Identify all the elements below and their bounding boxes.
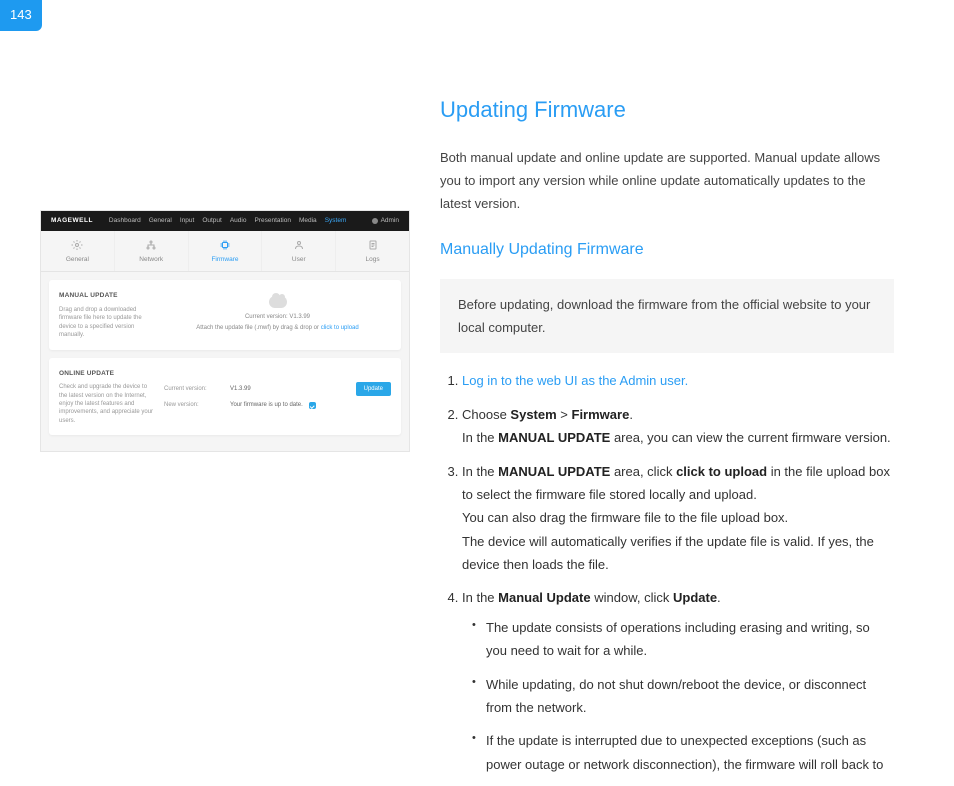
online-new-value: Your firmware is up to date.	[230, 400, 303, 411]
upload-dropzone[interactable]: Current version: V1.3.99 Attach the upda…	[164, 290, 391, 339]
manual-update-title: MANUAL UPDATE	[59, 290, 154, 302]
step-2-system: System	[510, 407, 556, 422]
nav-presentation[interactable]: Presentation	[254, 215, 291, 227]
user-menu[interactable]: Admin	[372, 215, 399, 227]
online-new-label: New version:	[164, 400, 224, 411]
step-2-firmware: Firmware	[572, 407, 630, 422]
step-2b-text: In the	[462, 430, 498, 445]
step-3-a: In the	[462, 464, 498, 479]
app-topbar: MAGEWELL Dashboard General Input Output …	[41, 211, 409, 231]
bullet-3: If the update is interrupted due to unex…	[472, 729, 894, 776]
page-number-badge: 143	[0, 0, 42, 31]
step-3-b: MANUAL UPDATE	[498, 464, 610, 479]
step-2b-bold: MANUAL UPDATE	[498, 430, 610, 445]
doc-content: Updating Firmware Both manual update and…	[440, 40, 914, 786]
nav-system[interactable]: System	[325, 215, 347, 227]
section-heading: Manually Updating Firmware	[440, 236, 894, 265]
step-2b-rest: area, you can view the current firmware …	[610, 430, 890, 445]
tab-network[interactable]: Network	[115, 231, 189, 272]
network-icon	[145, 239, 157, 251]
topbar-nav: Dashboard General Input Output Audio Pre…	[109, 215, 346, 227]
step-2: Choose System > Firmware. In the MANUAL …	[462, 403, 894, 450]
tab-logs[interactable]: Logs	[336, 231, 409, 272]
step-3: In the MANUAL UPDATE area, click click t…	[462, 460, 894, 577]
check-icon	[309, 402, 316, 409]
update-button[interactable]: Update	[356, 382, 391, 397]
tab-general[interactable]: General	[41, 231, 115, 272]
nav-general[interactable]: General	[149, 215, 172, 227]
step-3-f: You can also drag the firmware file to t…	[462, 510, 788, 525]
bullet-1: The update consists of operations includ…	[472, 616, 894, 663]
step-3-g: The device will automatically verifies i…	[462, 534, 874, 572]
tab-label: User	[292, 256, 306, 263]
step-2-sep: >	[557, 407, 572, 422]
gear-icon	[71, 239, 83, 251]
step-1: Log in to the web UI as the Admin user.	[462, 369, 894, 392]
current-version-label: Current version: V1.3.99	[245, 312, 310, 323]
note-box: Before updating, download the firmware f…	[440, 279, 894, 354]
user-label: Admin	[381, 215, 399, 227]
tab-user[interactable]: User	[262, 231, 336, 272]
nav-media[interactable]: Media	[299, 215, 317, 227]
step-4: In the Manual Update window, click Updat…	[462, 586, 894, 776]
nav-dashboard[interactable]: Dashboard	[109, 215, 141, 227]
step-2-text: Choose	[462, 407, 510, 422]
online-update-desc: Check and upgrade the device to the late…	[59, 383, 154, 425]
online-update-title: ONLINE UPDATE	[59, 368, 154, 380]
step-4-bullets: The update consists of operations includ…	[462, 616, 894, 776]
user-icon	[372, 218, 378, 224]
step-3-d: click to upload	[676, 464, 767, 479]
online-update-card: ONLINE UPDATE Check and upgrade the devi…	[49, 358, 401, 436]
chip-icon	[219, 239, 231, 251]
step-4-e: .	[717, 590, 721, 605]
online-curr-label: Current version:	[164, 384, 224, 395]
brand-logo: MAGEWELL	[51, 215, 93, 227]
page-title: Updating Firmware	[440, 90, 894, 130]
manual-update-card: MANUAL UPDATE Drag and drop a downloaded…	[49, 280, 401, 349]
attach-text: Attach the update file (.mwf) by drag & …	[196, 325, 320, 331]
document-icon	[367, 239, 379, 251]
system-tabs: General Network Firmware User Logs	[41, 231, 409, 273]
step-4-c: window, click	[591, 590, 673, 605]
screenshot-panel: MAGEWELL Dashboard General Input Output …	[40, 40, 410, 786]
tab-firmware[interactable]: Firmware	[189, 231, 263, 272]
click-to-upload-link[interactable]: click to upload	[321, 325, 359, 331]
person-icon	[293, 239, 305, 251]
intro-paragraph: Both manual update and online update are…	[440, 146, 894, 216]
tab-label: General	[66, 256, 89, 263]
step-1-link[interactable]: Log in to the web UI as the Admin user.	[462, 373, 688, 388]
step-4-a: In the	[462, 590, 498, 605]
tab-label: Firmware	[211, 256, 238, 263]
step-4-b: Manual Update	[498, 590, 590, 605]
online-curr-value: V1.3.99	[230, 384, 251, 395]
cloud-upload-icon	[269, 296, 287, 308]
tab-label: Network	[139, 256, 163, 263]
step-4-d: Update	[673, 590, 717, 605]
nav-output[interactable]: Output	[202, 215, 222, 227]
bullet-2: While updating, do not shut down/reboot …	[472, 673, 894, 720]
step-2-suffix: .	[629, 407, 633, 422]
nav-input[interactable]: Input	[180, 215, 194, 227]
steps-list: Log in to the web UI as the Admin user. …	[440, 369, 894, 776]
manual-update-desc: Drag and drop a downloaded firmware file…	[59, 306, 154, 340]
tab-label: Logs	[366, 256, 380, 263]
step-3-c: area, click	[610, 464, 676, 479]
nav-audio[interactable]: Audio	[230, 215, 247, 227]
